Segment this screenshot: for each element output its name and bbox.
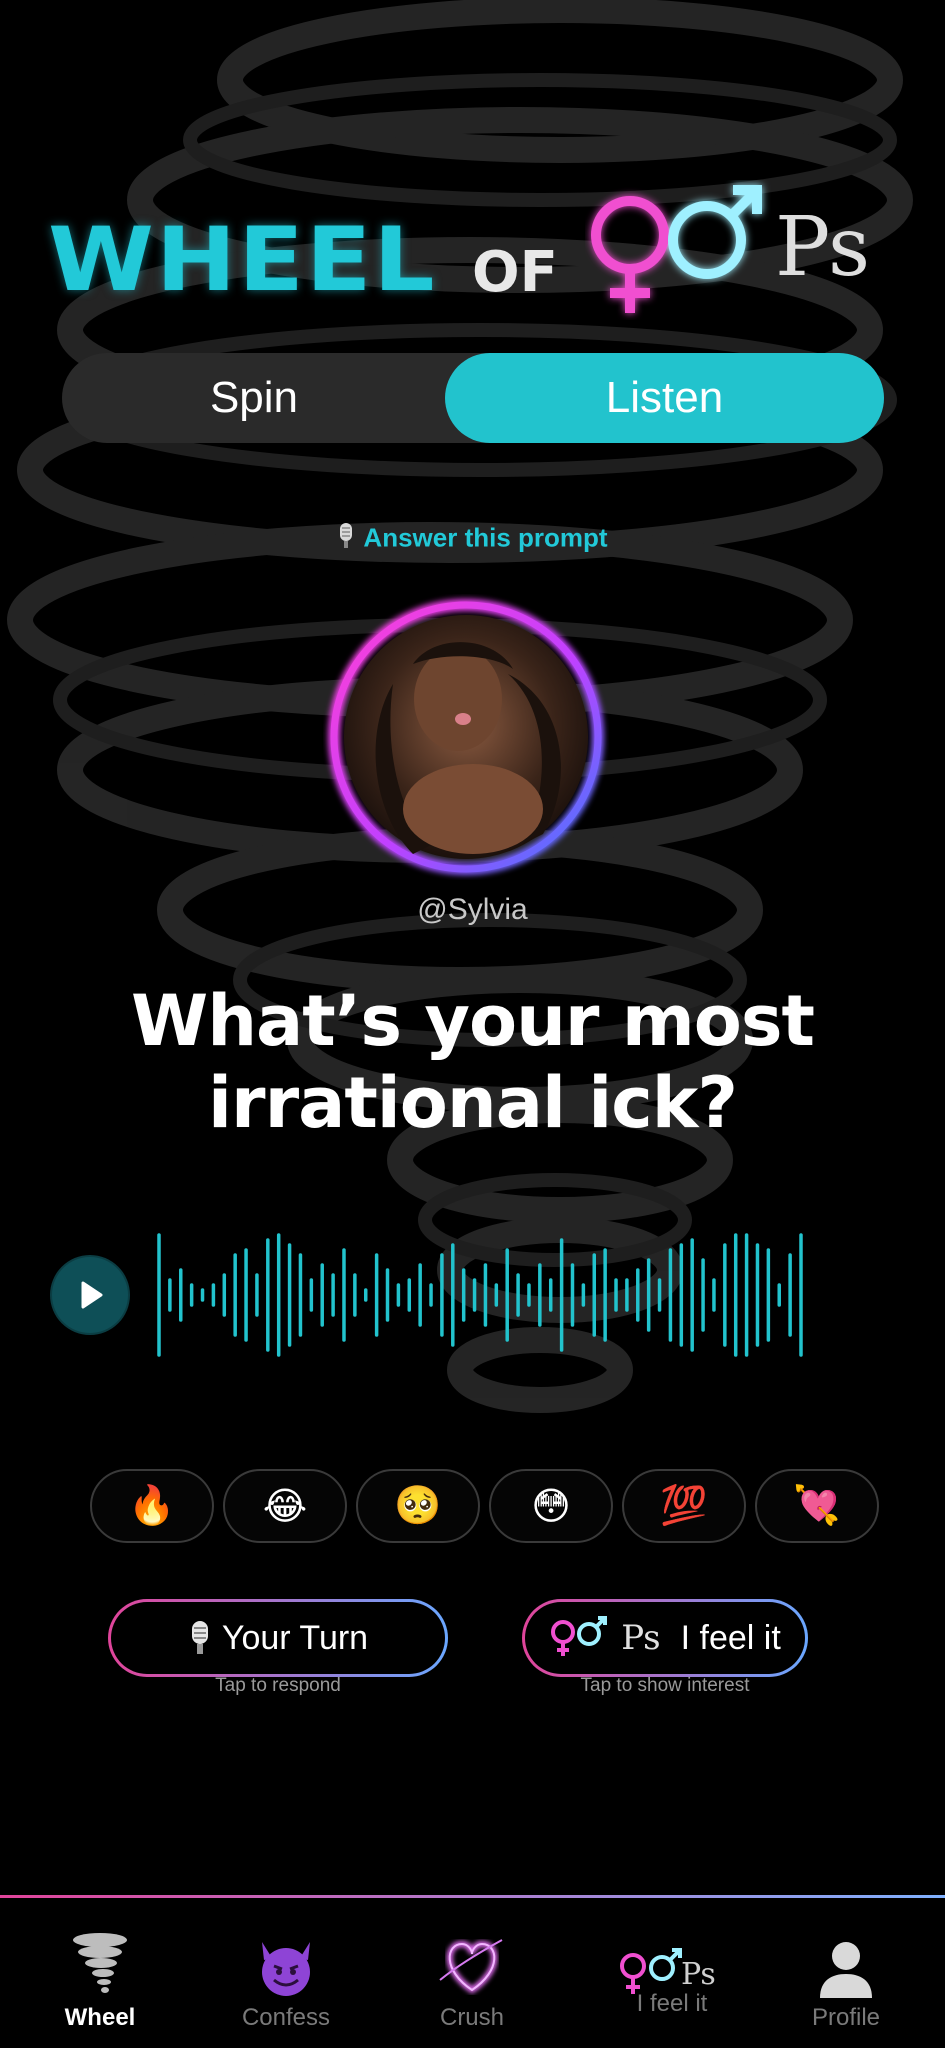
play-icon [81,1281,103,1309]
nav-label-wheel: Wheel [64,2004,136,2031]
microphone-icon [191,1621,208,1654]
tornado-icon [73,1933,127,1993]
reaction-laughing[interactable]: 😂 [223,1469,347,1543]
logo-of-text: OF [472,240,558,305]
microphone-icon [337,522,355,557]
feel-it-button[interactable]: Ps I feel it [522,1599,808,1677]
avatar[interactable] [323,594,609,880]
nav-item-feel-it[interactable]: Ps I feel it [597,1928,747,2018]
reaction-bar: 🔥 😂 🥺 😳 💯 💘 [90,1469,880,1543]
reaction-hundred[interactable]: 💯 [622,1469,746,1543]
profile-icon [820,1942,872,1998]
audio-waveform[interactable] [155,1230,805,1360]
feel-it-brand: Ps [621,1618,661,1658]
bottom-nav: Wheel Confess Crush Ps I feel it Profile [0,1898,945,2048]
feel-it-label: I feel it [680,1618,781,1657]
nav-item-crush[interactable]: Crush [397,1928,547,2032]
nav-label-profile: Profile [811,2004,881,2031]
devil-icon [262,1942,310,1996]
tab-listen[interactable]: Listen [445,353,884,443]
logo-ps-text: Ps [775,200,870,295]
prompt-question: What’s your most irrational ick? [131,980,815,1144]
feel-it-hint: Tap to show interest [580,1675,750,1696]
oops-logo-icon [551,1616,608,1656]
reaction-pleading[interactable]: 🥺 [356,1469,480,1543]
play-button[interactable] [52,1257,128,1333]
your-turn-button[interactable]: Your Turn [108,1599,448,1677]
your-turn-hint: Tap to respond [215,1675,341,1696]
logo-wheel-text: WHEEL [48,208,437,312]
prompt-label: Answer this prompt [0,522,945,557]
tab-spin[interactable]: Spin [62,353,446,443]
nav-label-confess: Confess [241,2004,331,2031]
username: @Sylvia [417,893,528,926]
prompt-label-text: Answer this prompt [363,522,608,553]
reaction-heart-arrow[interactable]: 💘 [755,1469,879,1543]
nav-label-crush: Crush [439,2004,505,2031]
your-turn-label: Your Turn [221,1618,369,1657]
heart-icon [439,1939,503,1994]
nav-item-profile[interactable]: Profile [771,1928,921,2032]
nav-item-confess[interactable]: Confess [211,1928,361,2032]
app-logo: WHEEL OF Ps [40,180,905,320]
reaction-fire[interactable]: 🔥 [90,1469,214,1543]
oops-logo-icon: Ps [591,185,870,313]
mode-switch: Spin Listen [62,353,884,443]
svg-text:Ps: Ps [681,1957,716,1992]
reaction-flushed[interactable]: 😳 [489,1469,613,1543]
nav-item-wheel[interactable]: Wheel [25,1928,175,2032]
